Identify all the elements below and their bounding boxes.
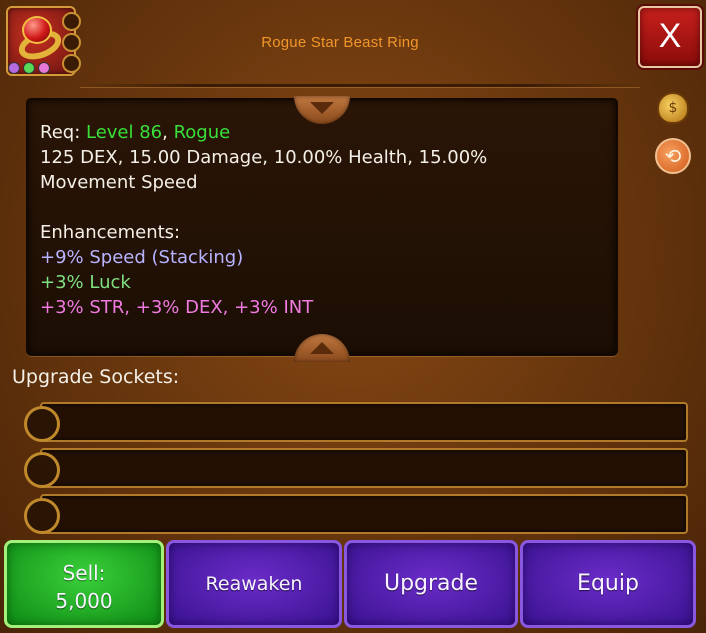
gem-dot	[8, 62, 20, 74]
enhancement-speed: +9% Speed (Stacking)	[40, 247, 244, 268]
socket-indicator	[62, 33, 81, 52]
upgrade-sockets-label: Upgrade Sockets:	[12, 366, 180, 388]
scroll-up-arrow-icon	[310, 342, 334, 354]
gem-indicators	[8, 62, 50, 74]
socket-ring-icon	[24, 498, 60, 534]
reawaken-label: Reawaken	[205, 573, 303, 595]
req-level: Level 86	[85, 122, 163, 143]
close-icon: X	[658, 17, 682, 55]
ring-gem	[22, 16, 52, 44]
enhancement-luck: +3% Luck	[40, 272, 131, 293]
equip-button[interactable]: Equip	[520, 540, 696, 628]
gem-dot	[38, 62, 50, 74]
reawaken-button[interactable]: Reawaken	[166, 540, 342, 628]
req-label: Req:	[40, 122, 86, 143]
item-detail-panel: Rogue Star Beast Ring X $ ⟲ Req: Level 8…	[0, 0, 706, 633]
gem-dot	[23, 62, 35, 74]
req-class: Rogue	[173, 122, 231, 143]
sell-label: Sell:	[62, 561, 106, 585]
stats-line-1: 125 DEX, 15.00 Damage, 10.00% Health, 15…	[40, 147, 488, 168]
socket-ring-icon	[24, 452, 60, 488]
gold-bag-icon[interactable]: $	[657, 92, 689, 124]
socket-indicator	[62, 12, 81, 31]
req-separator: ,	[162, 122, 174, 143]
socket-slot[interactable]	[40, 494, 688, 534]
scroll-down-arrow-icon	[310, 102, 334, 114]
equip-label: Equip	[577, 571, 639, 596]
enhancements-label: Enhancements:	[40, 222, 181, 243]
header-divider	[80, 84, 640, 87]
upgrade-label: Upgrade	[383, 571, 479, 596]
upgrade-button[interactable]: Upgrade	[344, 540, 518, 628]
icon-socket-indicators	[62, 12, 81, 73]
sell-price: 5,000	[55, 589, 113, 613]
item-title: Rogue Star Beast Ring	[261, 34, 419, 51]
sell-button[interactable]: Sell: 5,000	[4, 540, 164, 628]
enhancement-stats: +3% STR, +3% DEX, +3% INT	[40, 297, 314, 318]
item-description: Req: Level 86, Rogue 125 DEX, 15.00 Dama…	[40, 120, 600, 320]
stats-line-2: Movement Speed	[40, 172, 198, 193]
socket-slot[interactable]	[40, 402, 688, 442]
swap-icon[interactable]: ⟲	[655, 138, 691, 174]
socket-indicator	[62, 54, 81, 73]
socket-ring-icon	[24, 406, 60, 442]
requirement-line: Req: Level 86, Rogue	[40, 120, 600, 145]
close-button[interactable]: X	[638, 6, 702, 68]
socket-slot[interactable]	[40, 448, 688, 488]
